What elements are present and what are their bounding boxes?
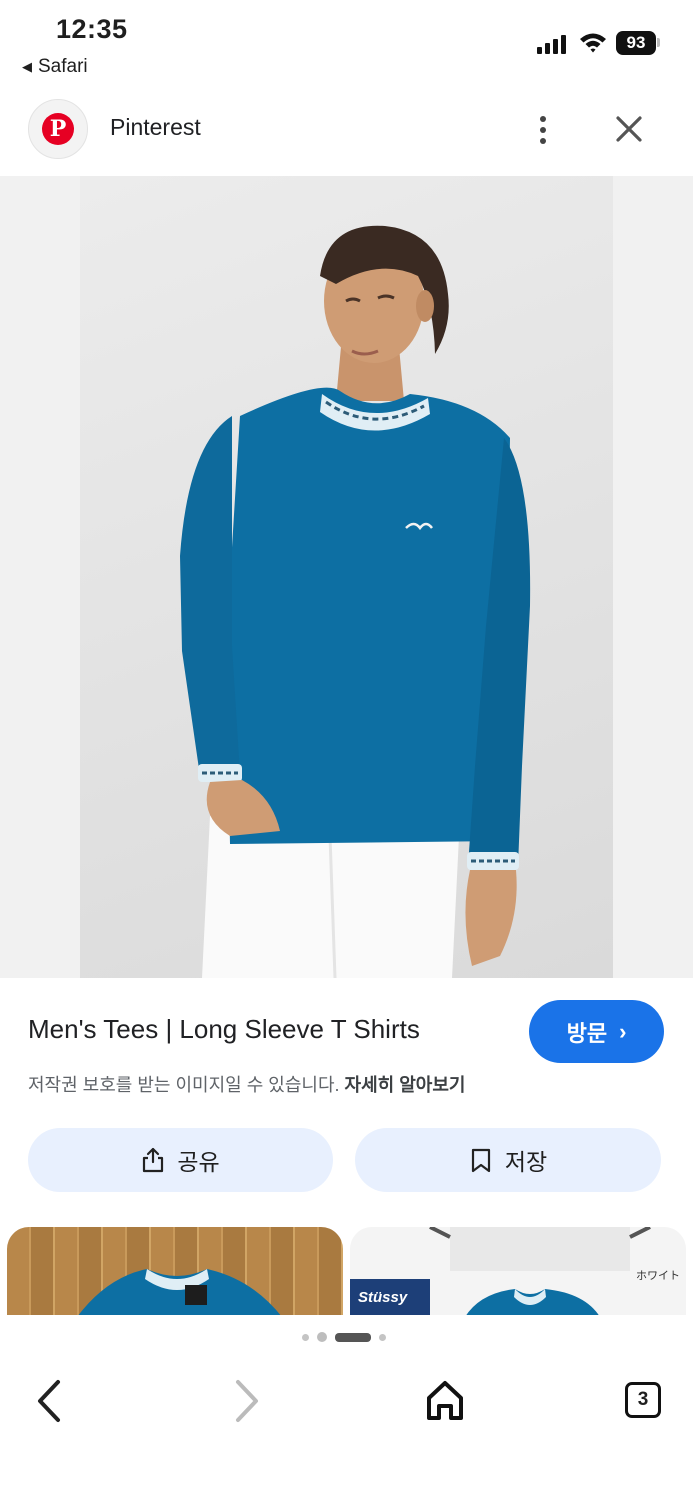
save-button[interactable]: 저장	[355, 1128, 661, 1192]
model-illustration	[180, 225, 531, 978]
related-image-2[interactable]: Stüssy ホワイト	[350, 1227, 686, 1317]
more-options-button[interactable]	[528, 110, 558, 150]
product-image[interactable]	[80, 176, 613, 978]
carousel-dot	[317, 1332, 327, 1342]
wifi-icon	[580, 33, 606, 53]
bottom-toolbar	[0, 1315, 693, 1500]
more-vert-icon	[540, 116, 546, 122]
thumb2-caption: ホワイト	[636, 1270, 680, 1282]
visit-label: 방문	[566, 1020, 608, 1046]
back-app-label: Safari	[38, 56, 88, 77]
site-avatar: P	[28, 99, 88, 159]
forward-button[interactable]	[228, 1378, 264, 1424]
battery-nub	[657, 38, 660, 47]
carousel-dot	[302, 1333, 309, 1341]
bookmark-icon	[471, 1148, 490, 1173]
save-label: 저장	[504, 1149, 548, 1175]
copyright-notice: 저작권 보호를 받는 이미지일 수 있습니다. 자세히 알아보기	[28, 1071, 465, 1097]
pinterest-logo-icon: P	[42, 113, 74, 145]
back-triangle-icon: ◀	[22, 59, 32, 74]
status-time: 12:35	[56, 14, 128, 44]
learn-more-link[interactable]: 자세히 알아보기	[345, 1075, 466, 1095]
site-name[interactable]: Pinterest	[110, 114, 201, 141]
thumb1-illustration	[77, 1269, 282, 1317]
result-title: Men's Tees | Long Sleeve T Shirts	[28, 1014, 420, 1044]
share-label: 공유	[177, 1149, 220, 1175]
close-button[interactable]	[610, 110, 648, 148]
carousel-indicator	[302, 1332, 386, 1342]
thumb2-brand: Stüssy	[358, 1289, 408, 1306]
copyright-text: 저작권 보호를 받는 이미지일 수 있습니다.	[28, 1075, 340, 1095]
back-to-app-link[interactable]: ◀ Safari	[22, 56, 88, 78]
carousel-dot-active	[335, 1332, 371, 1342]
visit-button[interactable]: 방문 ›	[529, 1000, 664, 1063]
battery-icon: 93	[616, 31, 656, 55]
related-image-1[interactable]	[7, 1227, 343, 1317]
chevron-right-icon: ›	[619, 1018, 627, 1044]
cellular-signal-icon	[537, 32, 566, 54]
home-button[interactable]	[424, 1378, 466, 1422]
tabs-button[interactable]: 3	[625, 1382, 661, 1418]
share-icon	[143, 1147, 164, 1173]
share-button[interactable]: 공유	[28, 1128, 333, 1192]
back-button[interactable]	[32, 1378, 68, 1424]
carousel-dot	[379, 1333, 386, 1341]
